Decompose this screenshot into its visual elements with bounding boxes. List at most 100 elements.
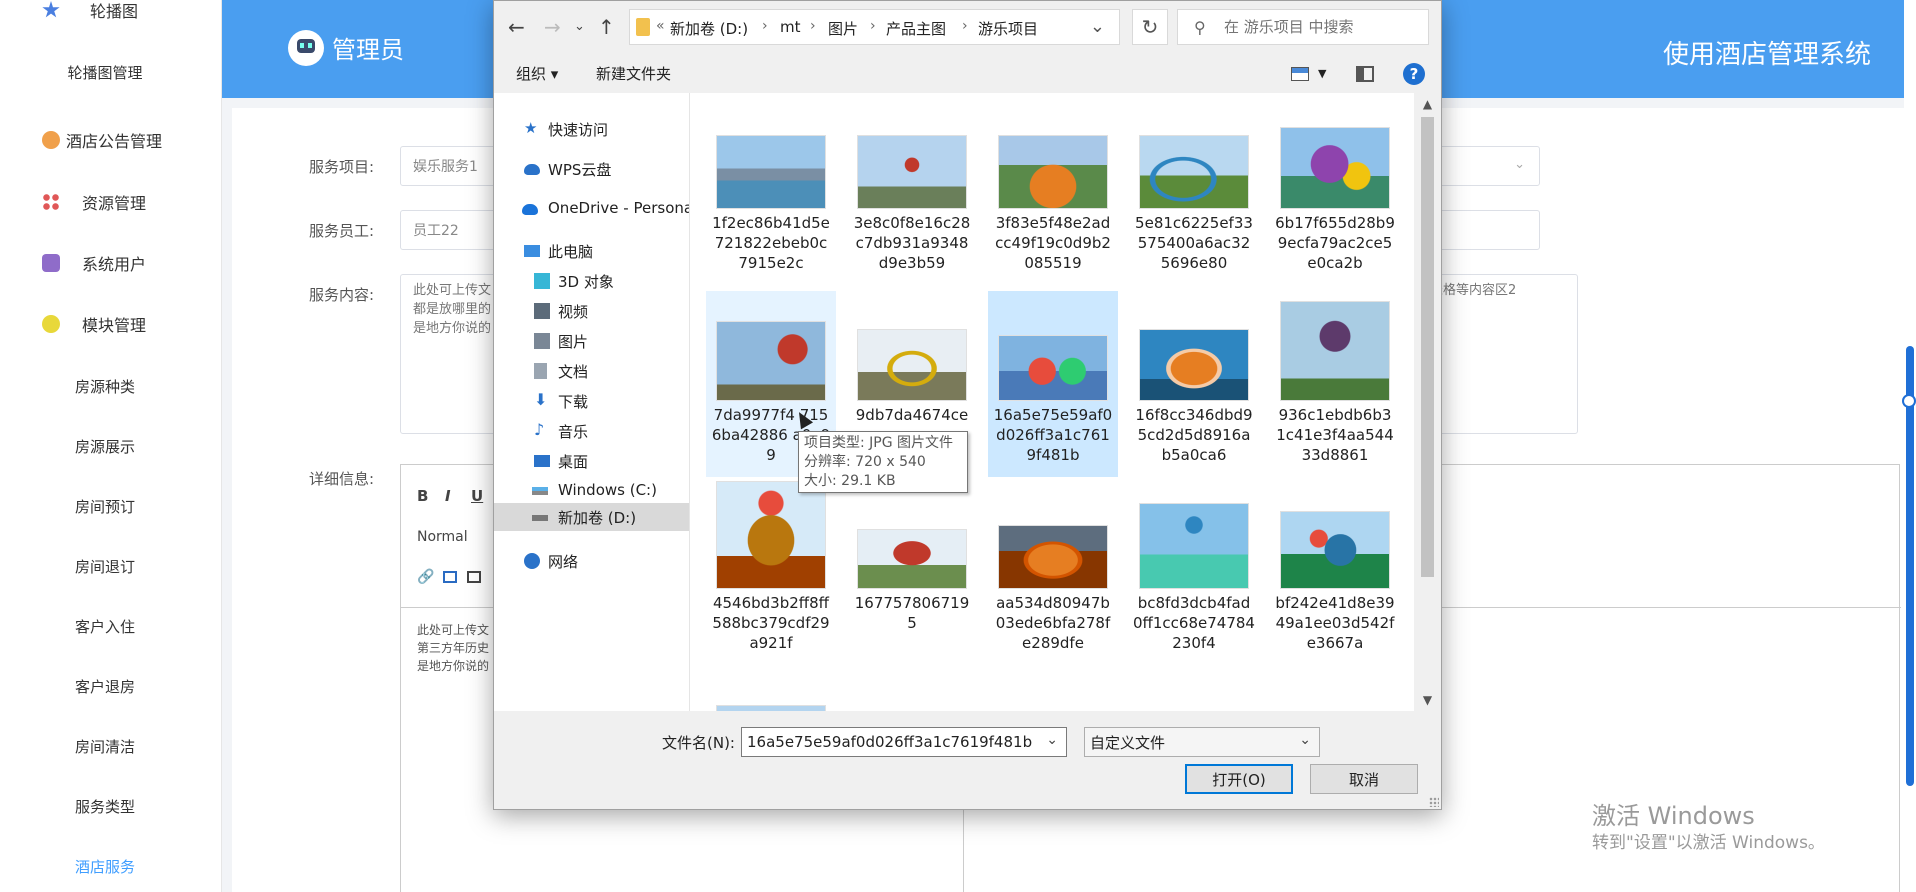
file-item[interactable]: 1677578067195 xyxy=(847,479,977,665)
image-icon[interactable] xyxy=(443,571,457,583)
up-arrow-icon[interactable]: ↑ xyxy=(598,15,615,39)
breadcrumb-drive-d[interactable]: 新加卷 (D:) xyxy=(670,18,748,39)
nav-quick-access[interactable]: ★ 快速访问 xyxy=(494,115,689,143)
address-overflow[interactable]: « xyxy=(656,18,665,34)
star-icon xyxy=(42,1,60,18)
breadcrumb-pictures[interactable]: 图片 xyxy=(828,18,858,39)
new-folder-button[interactable]: 新建文件夹 xyxy=(596,63,671,84)
scroll-up-arrow-icon[interactable]: ▲ xyxy=(1414,93,1441,115)
page-scrollbar-thumb[interactable] xyxy=(1906,346,1914,786)
sidebar-item-hotel-service[interactable]: 酒店服务 xyxy=(0,846,222,886)
file-name: 3e8c0f8e16c28c7db931a9348d9e3b59 xyxy=(853,214,971,272)
file-thumbnail xyxy=(1139,135,1249,209)
nav-onedrive[interactable]: OneDrive - Persona xyxy=(494,195,689,223)
file-item[interactable]: 5e81c6225ef33575400a6ac325696e80 xyxy=(1129,107,1259,293)
scrollbar-thumb[interactable] xyxy=(1421,117,1434,577)
robot-avatar-icon xyxy=(288,30,324,66)
file-item[interactable]: bf242e41d8e3949a1ee03d542fe3667a xyxy=(1270,479,1400,665)
nav-videos[interactable]: 视频 xyxy=(494,297,689,325)
file-thumbnail xyxy=(1139,329,1249,401)
sidebar-item-checkout[interactable]: 客户退房 xyxy=(0,666,222,706)
file-name: 6b17f655d28b99ecfa79ac2ce5e0ca2b xyxy=(1275,214,1395,272)
nav-label: 视频 xyxy=(558,303,589,321)
nav-pictures[interactable]: 图片 xyxy=(494,327,689,355)
page-scrollbar-knob[interactable] xyxy=(1902,394,1916,408)
sidebar-item-room-cancel[interactable]: 房间退订 xyxy=(0,546,222,586)
chevron-down-icon[interactable]: ⌄ xyxy=(1046,732,1058,748)
sidebar-item-service-types[interactable]: 服务类型 xyxy=(0,786,222,826)
breadcrumb-product-images[interactable]: 产品主图 xyxy=(886,18,946,39)
file-item[interactable]: 16f8cc346dbd95cd2d5d8916ab5a0ca6 xyxy=(1129,291,1259,477)
open-button[interactable]: 打开(O) xyxy=(1185,764,1293,794)
breadcrumb-amusement[interactable]: 游乐项目 xyxy=(978,18,1038,39)
scroll-down-arrow-icon[interactable]: ▼ xyxy=(1414,689,1441,711)
breadcrumb-chevron-icon[interactable]: › xyxy=(962,18,968,34)
chevron-down-icon[interactable]: ⌄ xyxy=(1090,16,1105,37)
file-item[interactable]: bc8fd3dcb4fad0ff1cc68e74784230f4 xyxy=(1129,479,1259,665)
sidebar-item-label: 房间退订 xyxy=(74,557,135,576)
filename-input[interactable]: 16a5e75e59af0d026ff3a1c7619f481b ⌄ xyxy=(741,727,1067,757)
forward-arrow-icon[interactable]: → xyxy=(544,15,561,39)
nav-label: 新加卷 (D:) xyxy=(558,509,637,527)
organize-button[interactable]: 组织 ▾ xyxy=(516,63,558,84)
sidebar-item-label: 房源展示 xyxy=(74,437,135,456)
view-dropdown-icon[interactable]: ▼ xyxy=(1318,67,1326,80)
cancel-button[interactable]: 取消 xyxy=(1310,764,1418,794)
view-mode-icon[interactable] xyxy=(1291,67,1309,81)
resize-grip-icon[interactable] xyxy=(1429,797,1439,807)
link-icon[interactable]: 🔗 xyxy=(417,569,434,585)
search-input[interactable] xyxy=(1224,16,1424,38)
file-type-select[interactable]: 自定义文件 ⌄ xyxy=(1084,727,1320,757)
nav-this-pc[interactable]: 此电脑 xyxy=(494,237,689,265)
file-item[interactable]: aa534d80947b03ede6bfa278fe289dfe xyxy=(988,479,1118,665)
sidebar-item-room-display[interactable]: 房源展示 xyxy=(0,426,222,466)
search-box[interactable]: ⚲ xyxy=(1177,9,1429,45)
file-item[interactable]: 3e8c0f8e16c28c7db931a9348d9e3b59 xyxy=(847,107,977,293)
breadcrumb-chevron-icon[interactable]: › xyxy=(762,18,768,34)
sidebar-item-room-types[interactable]: 房源种类 xyxy=(0,366,222,406)
refresh-icon[interactable]: ↻ xyxy=(1132,9,1168,45)
breadcrumb-chevron-icon[interactable]: › xyxy=(810,18,816,34)
file-item[interactable]: 3f83e5f48e2adcc49f19c0d9b2085519 xyxy=(988,107,1118,293)
nav-3d-objects[interactable]: 3D 对象 xyxy=(494,267,689,295)
file-item[interactable]: 6b17f655d28b99ecfa79ac2ce5e0ca2b xyxy=(1270,107,1400,293)
bold-button[interactable]: B xyxy=(417,487,428,505)
nav-drive-c[interactable]: Windows (C:) xyxy=(494,477,689,505)
nav-network[interactable]: 网络 xyxy=(494,547,689,575)
back-arrow-icon[interactable]: ← xyxy=(508,15,525,39)
sidebar-item-cleaning[interactable]: 房间清洁 xyxy=(0,726,222,766)
breadcrumb-chevron-icon[interactable]: › xyxy=(870,18,876,34)
breadcrumb-mt[interactable]: mt xyxy=(780,18,801,36)
video-icon[interactable] xyxy=(467,571,481,583)
nav-downloads[interactable]: ⬇ 下载 xyxy=(494,387,689,415)
sidebar-item-carousel-manage[interactable]: 轮播图管理 xyxy=(0,52,222,92)
nav-documents[interactable]: 文档 xyxy=(494,357,689,385)
page-scrollbar[interactable] xyxy=(1902,0,1916,892)
file-item[interactable]: 1f2ec86b41d5e721822ebeb0c7915e2c xyxy=(706,107,836,293)
sidebar-item-resources[interactable]: 资源管理 xyxy=(0,182,222,222)
address-bar[interactable]: « 新加卷 (D:) › mt › 图片 › 产品主图 › 游乐项目 ⌄ xyxy=(629,9,1120,45)
nav-wps-cloud[interactable]: WPS云盘 xyxy=(494,155,689,183)
sidebar-item-notice[interactable]: 酒店公告管理 xyxy=(0,120,222,160)
sidebar-item-users[interactable]: 系统用户 xyxy=(0,243,222,283)
sidebar-item-carousel[interactable]: 轮播图 xyxy=(0,0,222,30)
sidebar-item-label: 酒店公告管理 xyxy=(66,132,163,151)
sidebar-item-modules[interactable]: 模块管理 xyxy=(0,304,222,344)
sidebar-item-checkin[interactable]: 客户入住 xyxy=(0,606,222,646)
italic-button[interactable]: I xyxy=(445,487,451,505)
preview-pane-icon[interactable] xyxy=(1356,66,1374,82)
underline-button[interactable]: U xyxy=(471,487,483,505)
nav-music[interactable]: ♪ 音乐 xyxy=(494,417,689,445)
nav-desktop[interactable]: 桌面 xyxy=(494,447,689,475)
file-item[interactable]: 4546bd3b2ff8ff588bc379cdf29a921f xyxy=(706,479,836,665)
sidebar-item-room-booking[interactable]: 房间预订 xyxy=(0,486,222,526)
recent-locations-chevron-icon[interactable]: ⌄ xyxy=(574,19,585,34)
format-select[interactable]: Normal xyxy=(417,529,468,545)
file-item[interactable]: 16a5e75e59af0d026ff3a1c7619f481b xyxy=(988,291,1118,477)
help-icon[interactable]: ? xyxy=(1403,63,1425,85)
sidebar-item-label: 系统用户 xyxy=(82,255,147,274)
nav-drive-d[interactable]: 新加卷 (D:) xyxy=(494,503,689,531)
file-item[interactable]: 936c1ebdb6b31c41e3f4aa54433d8861 xyxy=(1270,291,1400,477)
file-list-scrollbar[interactable]: ▲ ▼ xyxy=(1414,93,1441,711)
cube-icon xyxy=(42,315,60,333)
